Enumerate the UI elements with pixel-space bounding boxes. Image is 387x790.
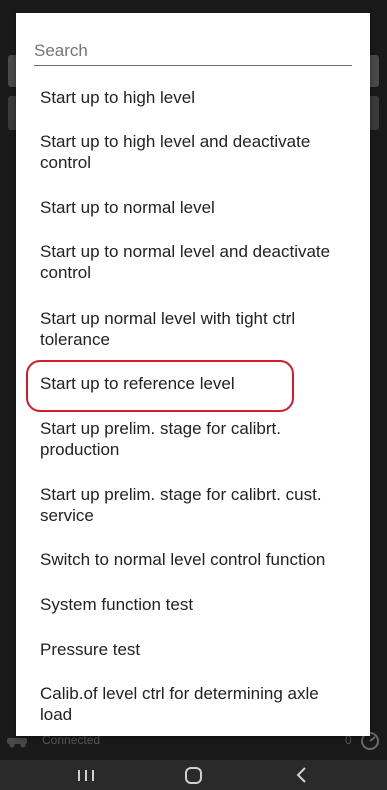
recent-apps-icon[interactable] — [74, 764, 98, 786]
list-item[interactable]: Start up normal level with tight ctrl to… — [40, 308, 340, 350]
list-item[interactable]: Pressure test — [40, 639, 340, 660]
vehicle-icon — [7, 738, 27, 748]
list-item[interactable]: Start up to high level — [40, 87, 340, 108]
list-item[interactable]: Start up to high level and deactivate co… — [40, 131, 340, 173]
home-icon[interactable] — [182, 764, 206, 786]
list-item[interactable]: System function test — [40, 594, 340, 615]
list-item-reference-level[interactable]: Start up to reference level — [40, 373, 340, 394]
list-item[interactable]: Start up to normal level — [40, 197, 340, 218]
list-item[interactable]: Start up prelim. stage for calibrt. cust… — [40, 484, 340, 526]
search-input[interactable] — [34, 39, 352, 63]
system-navigation-bar — [0, 760, 387, 790]
list-item[interactable]: Start up to normal level and deactivate … — [40, 241, 340, 283]
list-item[interactable]: Start up prelim. stage for calibrt. prod… — [40, 418, 340, 460]
back-icon[interactable] — [290, 764, 314, 786]
list-item[interactable]: Calib.of level ctrl for determining axle… — [40, 683, 340, 725]
action-select-dialog: Start up to high level Start up to high … — [16, 13, 370, 736]
list-item[interactable]: Switch to normal level control function — [40, 549, 340, 570]
search-field[interactable] — [34, 39, 352, 66]
